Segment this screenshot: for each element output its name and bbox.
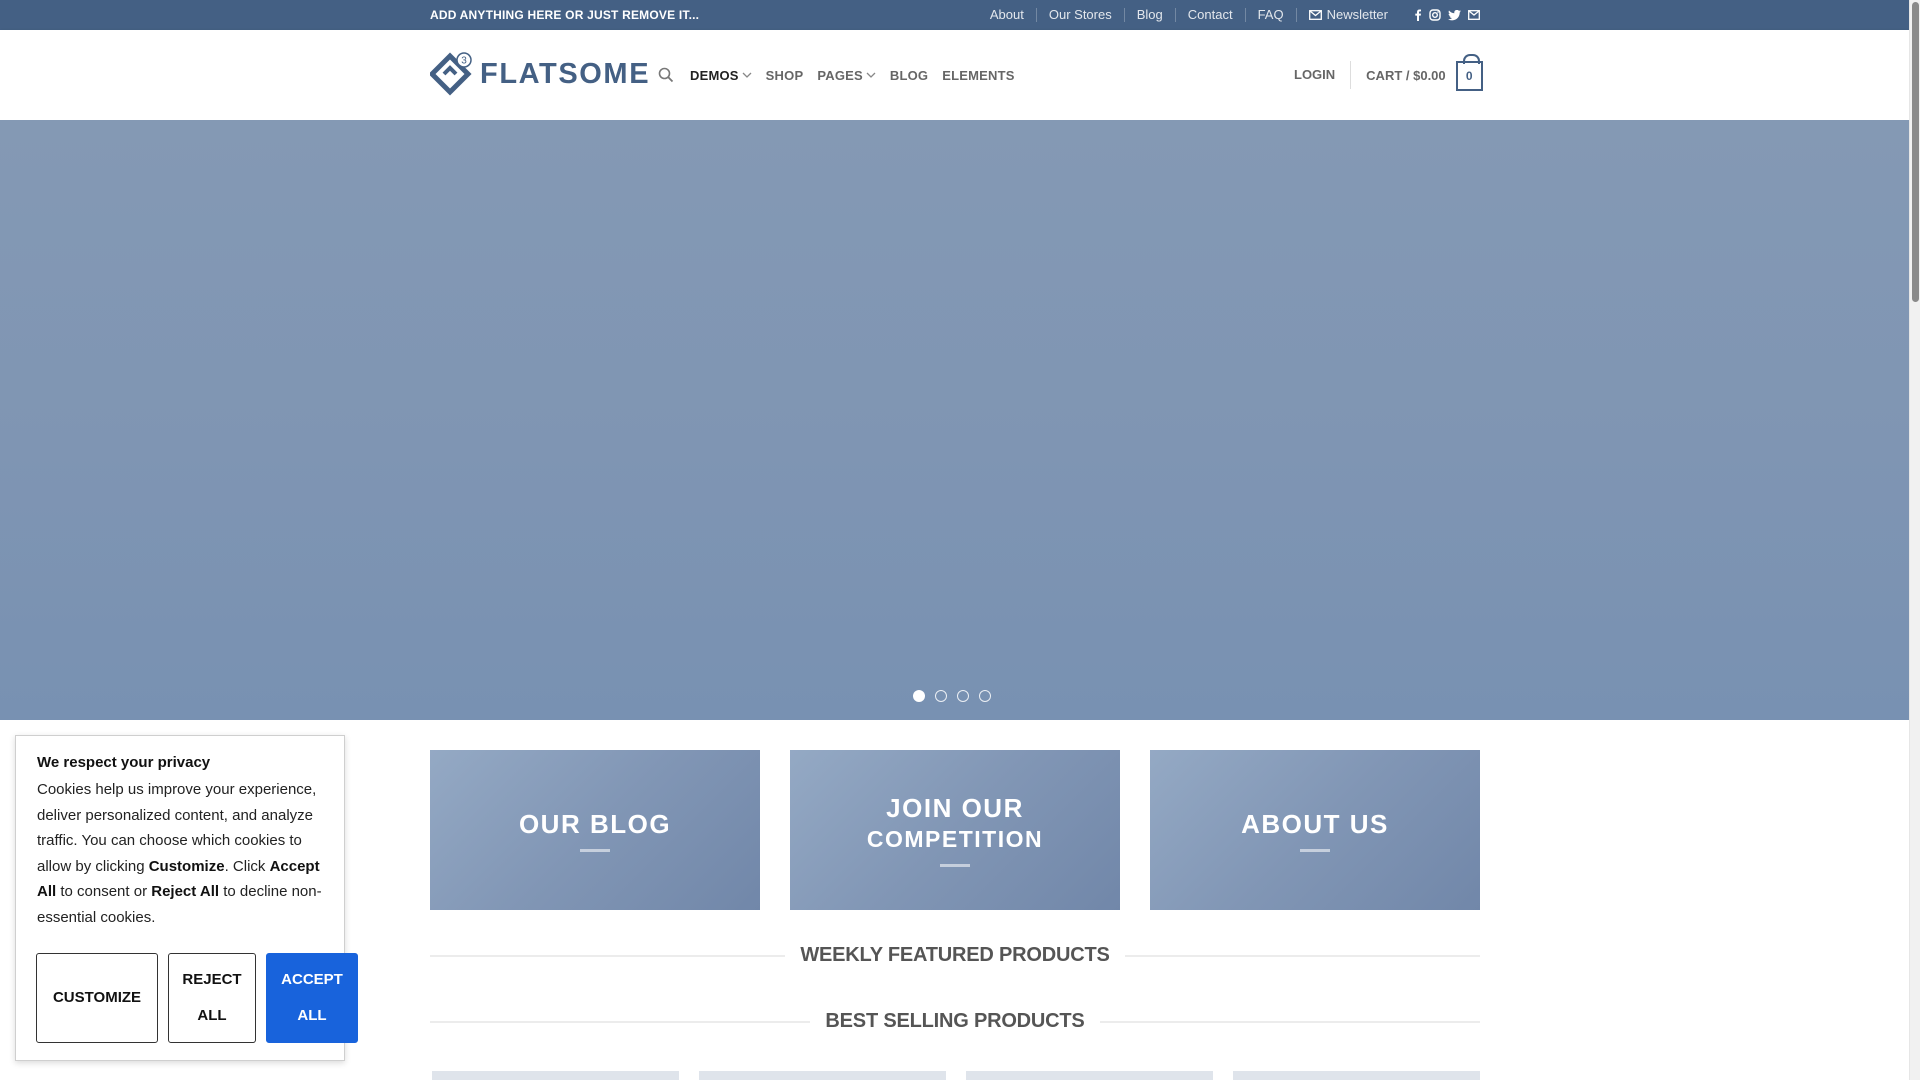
facebook-icon[interactable]: [1414, 9, 1422, 21]
nav-demos[interactable]: DEMOS: [690, 68, 752, 83]
cart-label: CART / $0.00: [1366, 67, 1446, 83]
product-card[interactable]: [1233, 1071, 1480, 1080]
section-best-selling: BEST SELLING PRODUCTS: [430, 1010, 1480, 1033]
divider-line: [430, 1020, 811, 1023]
nav-blog[interactable]: BLOG: [890, 68, 928, 83]
divider-line: [1124, 954, 1480, 957]
banner-divider: [580, 848, 610, 852]
logo[interactable]: 3 FLATSOME: [430, 52, 650, 96]
twitter-icon[interactable]: [1448, 9, 1461, 21]
banner-our-blog[interactable]: OUR BLOG: [430, 750, 760, 910]
banner-our-blog-title: OUR BLOG: [518, 808, 672, 839]
logo-text: FLATSOME: [480, 57, 651, 90]
chevron-down-icon: [742, 72, 752, 78]
cookie-title: We respect your privacy: [37, 754, 211, 771]
cookie-customize-word: Customize: [148, 857, 225, 875]
chevron-down-icon: [866, 72, 876, 78]
banner-competition-line2: COMPETITION: [866, 826, 1044, 852]
header-right: LOGIN CART / $0.00 0: [1294, 30, 1483, 120]
main-header: 3 FLATSOME DEMOS SHOP PAGES BLOG ELEMENT…: [0, 30, 1909, 120]
slider-dot-2[interactable]: [935, 690, 947, 702]
banner-divider: [940, 864, 970, 867]
top-link-blog[interactable]: Blog: [1123, 8, 1175, 22]
cookie-buttons: CUSTOMIZE REJECT ALL ACCEPT ALL: [36, 953, 358, 1043]
envelope-icon: [1308, 10, 1322, 20]
product-card[interactable]: [699, 1071, 946, 1080]
top-bar-links: About Our Stores Blog Contact FAQ Newsle…: [978, 8, 1480, 22]
scrollbar-thumb[interactable]: [1912, 2, 1919, 302]
nav-pages[interactable]: PAGES: [817, 68, 876, 83]
top-link-faq[interactable]: FAQ: [1244, 8, 1296, 22]
product-grid: [432, 1071, 1480, 1080]
top-link-about[interactable]: About: [978, 8, 1036, 22]
cookie-consent-popup: We respect your privacy Cookies help us …: [15, 735, 358, 1061]
banner-about-us[interactable]: ABOUT US: [1150, 750, 1480, 910]
nav-elements[interactable]: ELEMENTS: [942, 68, 1014, 83]
nav-shop[interactable]: SHOP: [766, 68, 804, 83]
email-icon[interactable]: [1468, 10, 1480, 20]
product-card[interactable]: [432, 1071, 679, 1080]
section-weekly-title: WEEKLY FEATURED PRODUCTS: [800, 944, 1110, 966]
divider-line: [430, 954, 786, 957]
social-icons: [1408, 9, 1480, 21]
accept-all-button[interactable]: ACCEPT ALL: [266, 953, 358, 1043]
customize-button[interactable]: CUSTOMIZE: [36, 953, 158, 1043]
banner-competition-line1: JOIN OUR: [886, 793, 1024, 823]
cart-count-badge: 0: [1455, 54, 1483, 91]
banner-divider: [1300, 848, 1330, 852]
hero-slider: [0, 120, 1909, 720]
top-link-our-stores[interactable]: Our Stores: [1035, 8, 1124, 22]
banner-competition[interactable]: JOIN OUR COMPETITION: [790, 750, 1120, 910]
slider-dot-3[interactable]: [957, 690, 969, 702]
nav-demos-label: DEMOS: [690, 67, 739, 83]
banner-about-us-title: ABOUT US: [1241, 808, 1389, 839]
slider-dot-4[interactable]: [979, 690, 991, 702]
divider-line: [1099, 1020, 1480, 1023]
cookie-text-2: . Click: [224, 857, 270, 875]
search-icon[interactable]: [658, 67, 674, 83]
top-bar-inner: ADD ANYTHING HERE OR JUST REMOVE IT... A…: [430, 0, 1480, 30]
slider-dot-1[interactable]: [913, 690, 925, 702]
product-card[interactable]: [966, 1071, 1213, 1080]
slider-dots: [913, 690, 991, 702]
instagram-icon[interactable]: [1429, 9, 1441, 21]
main-nav: DEMOS SHOP PAGES BLOG ELEMENTS: [658, 30, 1015, 120]
nav-pages-label: PAGES: [817, 67, 863, 83]
section-weekly-featured: WEEKLY FEATURED PRODUCTS: [430, 944, 1480, 967]
reject-all-button[interactable]: REJECT ALL: [168, 953, 256, 1043]
logo-badge: 3: [461, 56, 467, 67]
cart-link[interactable]: CART / $0.00 0: [1366, 54, 1483, 91]
top-link-contact[interactable]: Contact: [1174, 8, 1245, 22]
cookie-text: Cookies help us improve your experience,…: [37, 777, 323, 930]
top-bar-message: ADD ANYTHING HERE OR JUST REMOVE IT...: [430, 8, 700, 22]
top-link-newsletter[interactable]: Newsletter: [1295, 7, 1400, 22]
cookie-reject-word: Reject All: [151, 883, 220, 900]
cookie-text-3: to consent or: [56, 883, 152, 900]
page-scrollbar[interactable]: [1909, 0, 1920, 1080]
section-best-title: BEST SELLING PRODUCTS: [825, 1010, 1085, 1032]
login-link[interactable]: LOGIN: [1294, 61, 1352, 89]
top-bar: ADD ANYTHING HERE OR JUST REMOVE IT... A…: [0, 0, 1909, 30]
flatsome-logo-icon: 3: [430, 52, 472, 96]
newsletter-label: Newsletter: [1326, 7, 1388, 22]
